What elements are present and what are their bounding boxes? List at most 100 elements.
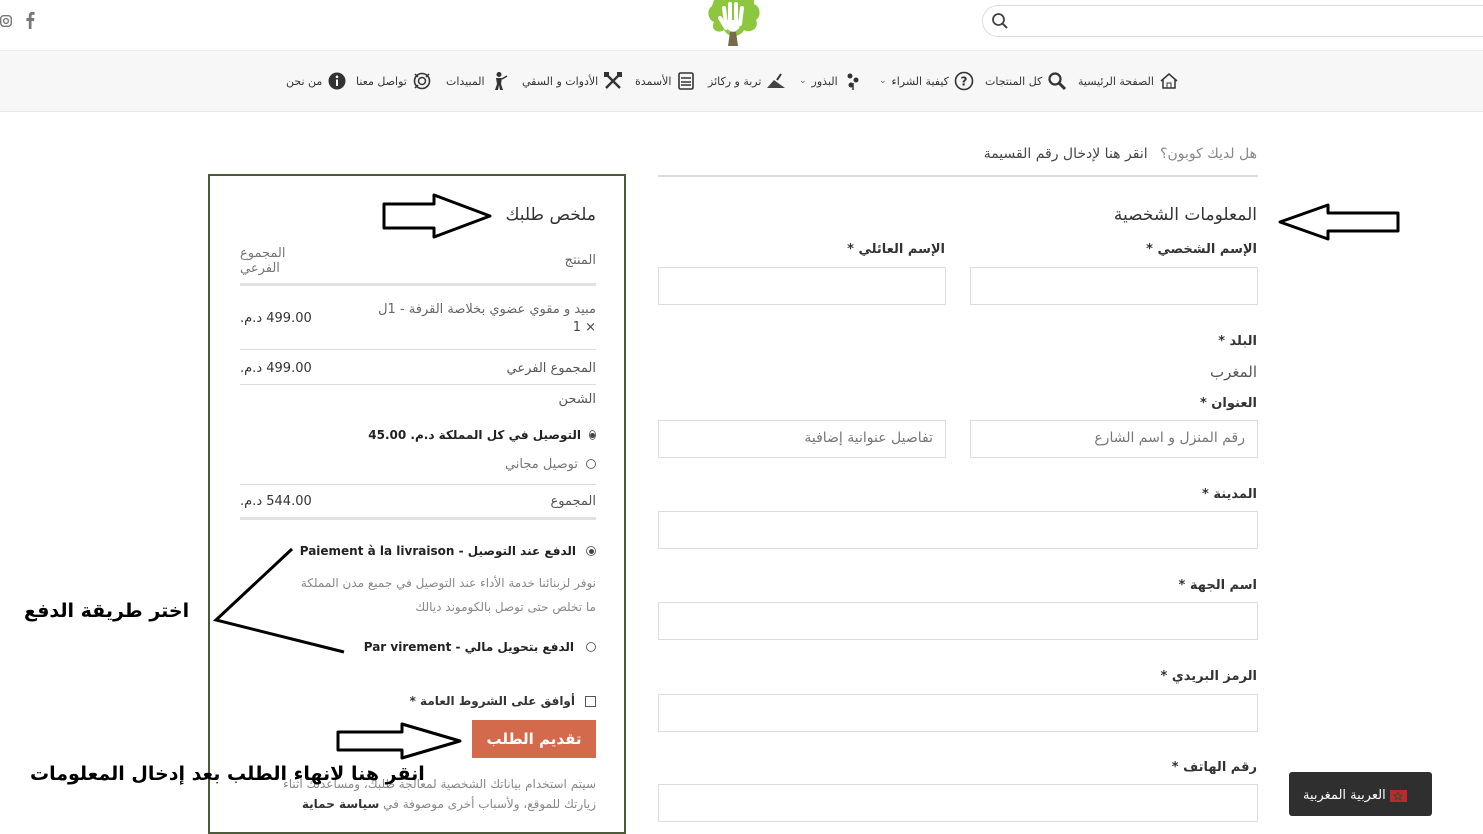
nav-soil[interactable]: تربة و ركائز bbox=[708, 70, 786, 92]
country-value[interactable]: المغرب bbox=[1000, 363, 1257, 381]
privacy-text-2: زيارتك للموقع، ولأسباب أخرى موصوفة في سي… bbox=[240, 797, 596, 811]
svg-text:?: ? bbox=[960, 75, 967, 89]
language-label: العربية المغربية bbox=[1303, 788, 1386, 803]
order-item-name: مبيد و مقوي عضوي بخلاصة القرفة - 1ل bbox=[378, 302, 596, 317]
nav-about[interactable]: من نحن bbox=[286, 70, 347, 92]
payment-radio-cod[interactable] bbox=[586, 546, 596, 556]
nav-label: من نحن bbox=[286, 74, 323, 88]
payment-transfer-label: الدفع بتحويل مالي - Par virement bbox=[363, 640, 574, 654]
shipping-option-free[interactable]: توصيل مجاني bbox=[440, 455, 596, 473]
nav-label: كيفية الشراء bbox=[891, 74, 949, 88]
tree-hand-logo[interactable] bbox=[704, 0, 764, 48]
nav-seeds[interactable]: ⌄ البذور bbox=[799, 70, 863, 92]
nav-fertilizers[interactable]: الأسمدة bbox=[635, 70, 696, 92]
seeds-icon bbox=[843, 71, 863, 91]
nav-label: المبيدات bbox=[446, 74, 485, 88]
order-item-qty: × 1 bbox=[572, 320, 596, 335]
sprayer-icon bbox=[490, 71, 510, 91]
terms-label: أوافق على الشروط العامة * bbox=[409, 694, 575, 708]
morocco-flag-icon bbox=[1389, 789, 1407, 802]
postcode-input[interactable] bbox=[658, 694, 1258, 732]
last-name-label: الإسم العائلي * bbox=[847, 242, 945, 257]
chevron-down-icon: ⌄ bbox=[879, 76, 887, 86]
magnifier-icon bbox=[1047, 71, 1067, 91]
city-input[interactable] bbox=[658, 511, 1258, 549]
instagram-icon[interactable] bbox=[0, 13, 12, 27]
shipping-radio-free[interactable] bbox=[586, 459, 596, 469]
total-divider bbox=[240, 517, 596, 520]
question-icon: ? bbox=[954, 71, 974, 91]
nav-label: الأدوات و السقي bbox=[522, 74, 599, 88]
order-item-price: 499.00 د.م. bbox=[240, 311, 312, 326]
annotation-choose-payment: اختر طريقة الدفع bbox=[24, 600, 190, 622]
annotation-payment-pointer bbox=[212, 546, 352, 656]
annotation-arrow-button bbox=[336, 722, 462, 760]
region-label: اسم الجهة * bbox=[1178, 578, 1257, 593]
payment-radio-transfer[interactable] bbox=[586, 642, 596, 652]
privacy-text-2-body: زيارتك للموقع، ولأسباب أخرى موصوفة في bbox=[383, 797, 596, 811]
address-label: العنوان * bbox=[1199, 396, 1257, 411]
search-bar[interactable] bbox=[982, 5, 1483, 37]
nav-pesticides[interactable]: المبيدات bbox=[446, 70, 510, 92]
item-divider bbox=[240, 349, 596, 350]
subtotal-divider bbox=[240, 384, 596, 385]
nav-label: الأسمدة bbox=[635, 74, 672, 88]
chevron-down-icon: ⌄ bbox=[799, 76, 807, 86]
nav-label: كل المنتجات bbox=[985, 74, 1043, 88]
shipping-option-standard[interactable]: التوصيل في كل المملكة د.م. 45.00 bbox=[368, 426, 596, 444]
total-label: المجموع bbox=[550, 494, 596, 509]
first-name-input[interactable] bbox=[970, 267, 1258, 305]
soil-icon bbox=[766, 71, 786, 91]
nav-label: تواصل معنا bbox=[356, 74, 407, 88]
phone-label: رقم الهاتف * bbox=[1171, 760, 1257, 775]
search-icon[interactable] bbox=[991, 12, 1009, 30]
info-icon bbox=[327, 71, 347, 91]
terms-checkbox[interactable] bbox=[585, 695, 596, 707]
nav-label: تربة و ركائز bbox=[708, 74, 762, 88]
home-icon bbox=[1159, 71, 1179, 91]
total-value: 544.00 د.م. bbox=[240, 494, 312, 509]
fertilizer-icon bbox=[676, 71, 696, 91]
first-name-label: الإسم الشخصي * bbox=[1146, 242, 1257, 257]
address2-input[interactable]: تفاصيل عنوانية إضافية bbox=[658, 420, 946, 458]
annotation-arrow-left bbox=[1278, 202, 1402, 242]
coupon-link[interactable]: انقر هنا لإدخال رقم القسيمة bbox=[984, 146, 1148, 162]
annotation-arrow-right bbox=[382, 192, 492, 240]
language-switcher[interactable]: العربية المغربية bbox=[1289, 772, 1432, 816]
country-label: البلد * bbox=[1218, 334, 1257, 349]
address-placeholder: رقم المنزل و اسم الشارع bbox=[1094, 430, 1245, 446]
nav-contact[interactable]: تواصل معنا bbox=[356, 70, 432, 92]
coupon-divider bbox=[658, 175, 1258, 177]
payment-option-transfer[interactable]: الدفع بتحويل مالي - Par virement bbox=[340, 638, 596, 656]
shipping-label: الشحن bbox=[558, 392, 596, 407]
coupon-notice: هل لديك كوبون؟ انقر هنا لإدخال رقم القسي… bbox=[700, 146, 1257, 162]
subtotal-value: 499.00 د.م. bbox=[240, 361, 312, 376]
nav-label: البذور bbox=[811, 74, 838, 88]
phone-input[interactable] bbox=[658, 784, 1258, 822]
nav-how-to-buy[interactable]: ⌄ كيفية الشراء ? bbox=[879, 70, 974, 92]
nav-label: الصفحة الرئيسية bbox=[1078, 74, 1154, 88]
facebook-icon[interactable] bbox=[24, 11, 36, 29]
shipping-divider bbox=[240, 484, 596, 485]
terms-row[interactable]: أوافق على الشروط العامة * bbox=[380, 692, 596, 710]
nav-home[interactable]: الصفحة الرئيسية bbox=[1078, 70, 1179, 92]
shipping-option-label: توصيل مجاني bbox=[504, 456, 578, 472]
tools-icon bbox=[603, 71, 623, 91]
city-label: المدينة * bbox=[1202, 487, 1257, 502]
contact-icon bbox=[412, 71, 432, 91]
annotation-click-finish: انقر هنا لانهاء الطلب بعد إدخال المعلوما… bbox=[30, 763, 425, 785]
nav-all-products[interactable]: كل المنتجات bbox=[985, 70, 1067, 92]
postcode-label: الرمز البريدي * bbox=[1160, 669, 1257, 684]
col-product-header: المنتج bbox=[564, 253, 596, 268]
search-input[interactable] bbox=[1017, 10, 1483, 32]
privacy-policy-link[interactable]: سياسة حماية bbox=[302, 797, 379, 811]
address2-placeholder: تفاصيل عنوانية إضافية bbox=[804, 430, 933, 446]
region-input[interactable] bbox=[658, 602, 1258, 640]
place-order-button[interactable]: تقديم الطلب bbox=[472, 720, 596, 758]
nav-tools[interactable]: الأدوات و السقي bbox=[522, 70, 623, 92]
last-name-input[interactable] bbox=[658, 267, 946, 305]
address-input[interactable]: رقم المنزل و اسم الشارع bbox=[970, 420, 1258, 458]
shipping-radio-standard[interactable] bbox=[589, 430, 596, 440]
billing-title: المعلومات الشخصية bbox=[1113, 205, 1257, 225]
header-divider bbox=[240, 283, 596, 286]
